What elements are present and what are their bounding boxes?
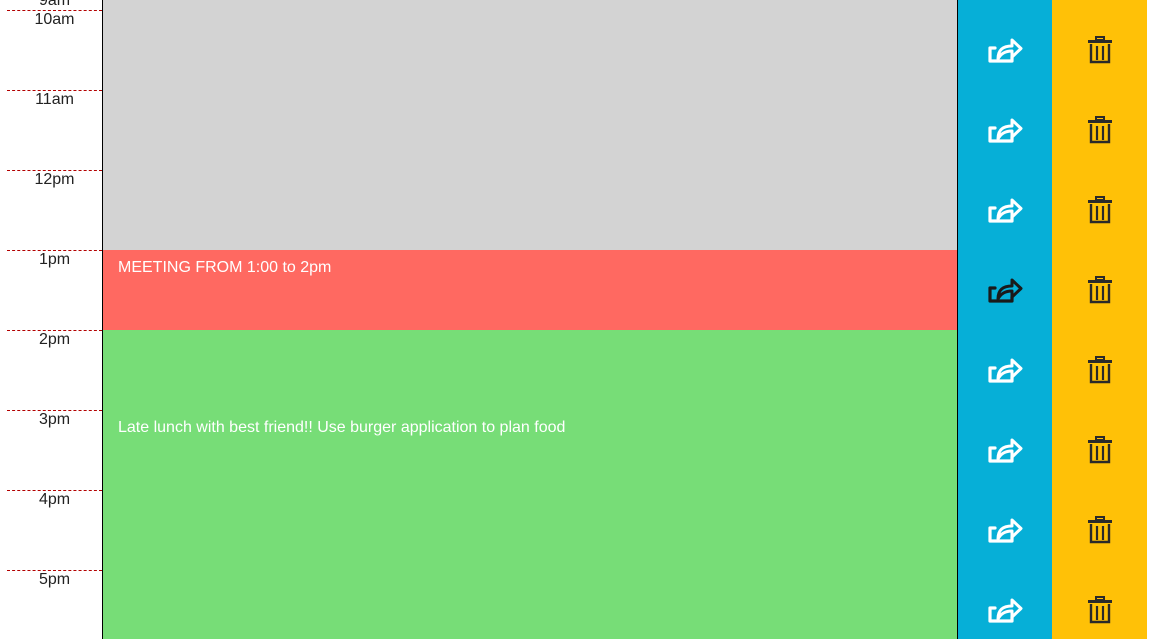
description-textarea[interactable]: Late lunch with best friend!! Use burger… [102,410,958,490]
time-block: 2pm [0,330,1155,410]
description-textarea[interactable] [102,570,958,639]
share-arrow-icon [988,598,1023,623]
time-block: 11am [0,90,1155,170]
share-arrow-icon [988,518,1023,543]
description-textarea[interactable] [102,0,958,10]
hour-cell: 10am [7,10,102,90]
description-textarea[interactable] [102,170,958,250]
save-button[interactable] [957,0,1052,10]
time-block: 10am [0,10,1155,90]
delete-button[interactable] [1052,410,1147,490]
share-arrow-icon [988,198,1023,223]
hour-cell: 3pm [7,410,102,490]
trash-icon [1087,36,1112,64]
hour-cell: 9am [7,0,102,10]
description-textarea[interactable] [102,90,958,170]
trash-icon [1087,356,1112,384]
share-arrow-icon [988,278,1023,303]
hour-label: 5pm [38,571,71,588]
time-block: 12pm [0,170,1155,250]
description-text: Late lunch with best friend!! Use burger… [118,419,566,436]
trash-icon [1087,596,1112,624]
time-block: 3pm Late lunch with best friend!! Use bu… [0,410,1155,490]
hour-label: 10am [34,11,75,28]
hour-cell: 11am [7,90,102,170]
hour-label: 9am [38,0,71,9]
hour-label: 12pm [34,171,75,188]
save-button[interactable] [957,250,1052,330]
hour-label: 2pm [38,331,71,348]
save-button[interactable] [957,330,1052,410]
hour-cell: 12pm [7,170,102,250]
trash-icon [1087,116,1112,144]
time-block: 9am [0,0,1155,10]
delete-button[interactable] [1052,570,1147,639]
save-button[interactable] [957,90,1052,170]
share-arrow-icon [988,38,1023,63]
day-planner: 9am 10am 11am 12pm 1pm MEETING FROM 1:00… [0,0,1155,639]
description-textarea[interactable] [102,490,958,570]
time-block: 1pm MEETING FROM 1:00 to 2pm [0,250,1155,330]
hour-label: 3pm [38,411,71,428]
save-button[interactable] [957,170,1052,250]
hour-label: 4pm [38,491,71,508]
description-textarea[interactable] [102,330,958,410]
delete-button[interactable] [1052,170,1147,250]
hour-label: 1pm [38,251,71,268]
share-arrow-icon [988,358,1023,383]
save-button[interactable] [957,490,1052,570]
hour-cell: 4pm [7,490,102,570]
share-arrow-icon [988,118,1023,143]
delete-button[interactable] [1052,10,1147,90]
delete-button[interactable] [1052,90,1147,170]
save-button[interactable] [957,570,1052,639]
trash-icon [1087,516,1112,544]
delete-button[interactable] [1052,330,1147,410]
hour-cell: 5pm [7,570,102,639]
time-block: 5pm [0,570,1155,639]
hour-cell: 1pm [7,250,102,330]
delete-button[interactable] [1052,0,1147,10]
hour-label: 11am [35,91,74,108]
description-textarea[interactable] [102,10,958,90]
trash-icon [1087,196,1112,224]
hour-cell: 2pm [7,330,102,410]
save-button[interactable] [957,10,1052,90]
description-textarea[interactable]: MEETING FROM 1:00 to 2pm [102,250,958,330]
trash-icon [1087,436,1112,464]
time-block: 4pm [0,490,1155,570]
save-button[interactable] [957,410,1052,490]
share-arrow-icon [988,438,1023,463]
delete-button[interactable] [1052,250,1147,330]
trash-icon [1087,276,1112,304]
delete-button[interactable] [1052,490,1147,570]
description-text: MEETING FROM 1:00 to 2pm [118,259,332,276]
